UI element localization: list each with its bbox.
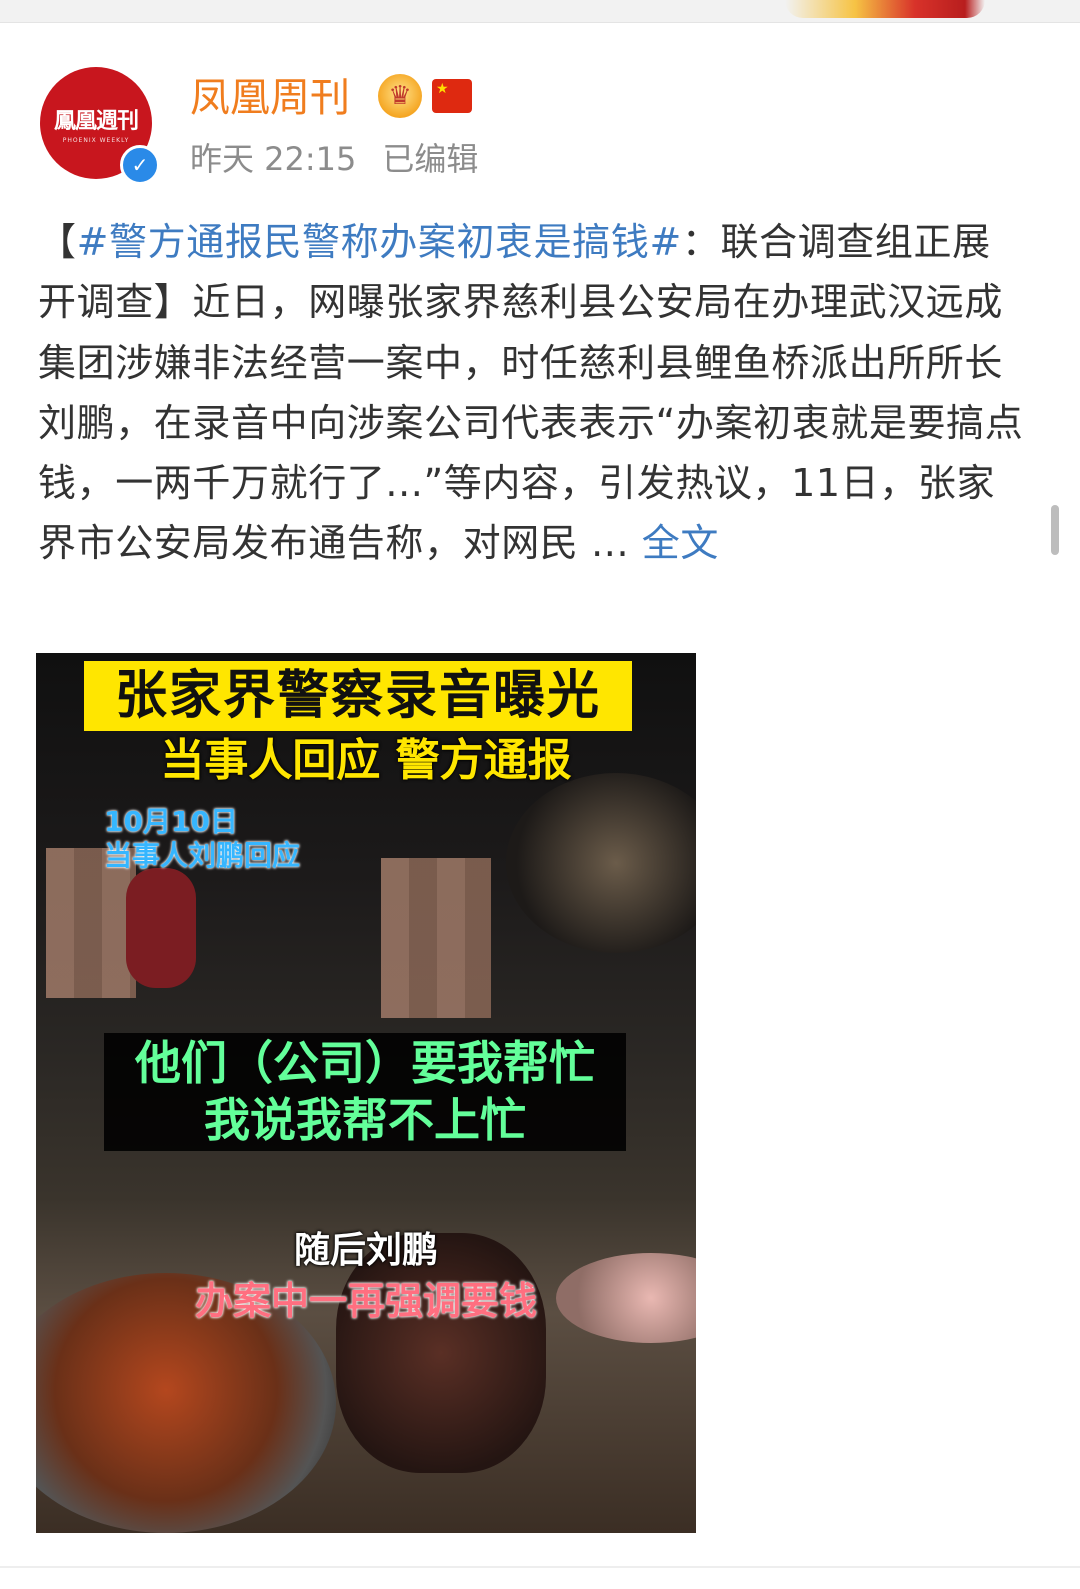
post-meta: 昨天 22:15 已编辑 [190, 138, 478, 180]
background-lights [506, 773, 696, 953]
avatar-logo-sub: PHOENIX WEEKLY [62, 136, 130, 144]
post-time: 昨天 22:15 [190, 140, 357, 178]
scrollbar[interactable] [1051, 505, 1059, 555]
avatar-logo-text: 鳳凰週刊 [53, 107, 139, 134]
caption-subtitle: 当事人回应 警方通报 [160, 735, 572, 786]
china-flag-icon[interactable]: ★ [432, 79, 472, 113]
banner-art [785, 0, 985, 18]
caption-date-text: 10月10日 [104, 805, 238, 838]
caption-quote: 他们（公司）要我帮忙 我说我帮不上忙 [104, 1035, 626, 1149]
caption-money: 办案中一再强调要钱 [194, 1279, 537, 1323]
caption-date: 10月10日 当事人刘鹏回应 [104, 805, 300, 873]
post-text: 【#警方通报民警称办案初衷是搞钱#：联合调查组正展开调查】近日，网曝张家界慈利县… [38, 212, 1028, 574]
divider [0, 1566, 1080, 1568]
post-video-thumbnail[interactable]: 张家界警察录音曝光 当事人回应 警方通报 10月10日 当事人刘鹏回应 他们（公… [36, 653, 696, 1533]
crown-badge-icon[interactable]: ♛ [378, 74, 422, 118]
caption-quote-line2: 我说我帮不上忙 [204, 1093, 526, 1147]
topic-link[interactable]: #警方通报民警称办案初衷是搞钱# [77, 220, 682, 264]
author-name[interactable]: 凤凰周刊 [190, 72, 350, 124]
top-strip [0, 0, 1080, 23]
caption-after: 随后刘鹏 [293, 1230, 438, 1271]
blurred-face-right [381, 858, 491, 1018]
edited-label[interactable]: 已编辑 [382, 138, 478, 180]
verified-badge-icon: ✓ [120, 145, 160, 185]
post-body: ：联合调查组正展开调查】近日，网曝张家界慈利县公安局在办理武汉远成集团涉嫌非法经… [38, 220, 1024, 566]
caption-title: 张家界警察录音曝光 [84, 661, 632, 731]
bracket-open: 【 [38, 220, 77, 264]
caption-quote-line1: 他们（公司）要我帮忙 [135, 1036, 595, 1090]
full-text-link[interactable]: 全文 [642, 521, 719, 565]
person-red-shirt [126, 868, 196, 988]
caption-date-sub: 当事人刘鹏回应 [104, 839, 301, 872]
